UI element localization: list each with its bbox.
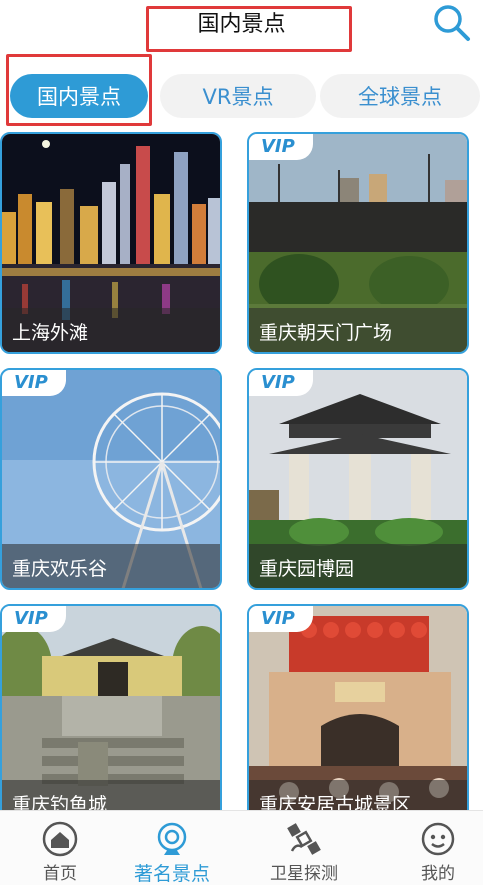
tab-domestic[interactable]: 国内景点 (10, 74, 148, 118)
scenic-card[interactable]: 上海外滩 (0, 132, 222, 354)
vip-badge: VIP (2, 370, 66, 396)
nav-satellite-label: 卫星探测 (270, 864, 338, 884)
tab-global[interactable]: 全球景点 (320, 74, 480, 118)
page-title: 国内景点 (197, 12, 286, 37)
profile-face-icon (421, 822, 455, 856)
category-tabs: 国内景点 VR景点 全球景点 (0, 54, 483, 130)
scenic-card[interactable]: VIP 重庆园博园 (247, 368, 469, 590)
nav-home-label: 首页 (43, 864, 77, 884)
card-title: 重庆安居古城景区 (249, 780, 467, 810)
scenic-card[interactable]: VIP 重庆安居古城景区 (247, 604, 469, 810)
vip-badge: VIP (249, 370, 313, 396)
scenic-card[interactable]: VIP 重庆朝天门广场 (247, 132, 469, 354)
nav-famous-spots-label: 著名景点 (133, 863, 210, 885)
camera-icon (157, 822, 187, 855)
satellite-icon (287, 823, 321, 855)
bottom-navigation: 首页 著名景点 卫星探测 我的 (0, 810, 483, 885)
home-icon (42, 821, 78, 857)
search-button[interactable] (430, 2, 472, 44)
vip-badge: VIP (249, 134, 313, 160)
search-icon (434, 5, 470, 41)
nav-mine-label: 我的 (421, 864, 455, 884)
scenic-card[interactable]: VIP 重庆欢乐谷 (0, 368, 222, 590)
vip-badge: VIP (249, 606, 313, 632)
nav-home[interactable]: 首页 (0, 811, 120, 885)
vip-badge: VIP (2, 606, 66, 632)
nav-mine[interactable]: 我的 (378, 811, 483, 885)
card-title: 重庆钓鱼城 (2, 780, 220, 810)
card-title: 重庆园博园 (249, 544, 467, 588)
card-title: 上海外滩 (2, 308, 220, 352)
card-title: 重庆欢乐谷 (2, 544, 220, 588)
nav-famous-spots[interactable]: 著名景点 (112, 811, 232, 885)
nav-satellite[interactable]: 卫星探测 (244, 811, 364, 885)
tab-vr[interactable]: VR景点 (160, 74, 316, 118)
header-bar: 国内景点 (0, 0, 483, 56)
card-title: 重庆朝天门广场 (249, 308, 467, 352)
scenic-card[interactable]: VIP 重庆钓鱼城 (0, 604, 222, 810)
scenic-grid: 上海外滩 VIP 重庆朝天门广场 VIP 重庆欢乐谷 VIP 重庆园博园 VIP… (0, 130, 483, 810)
